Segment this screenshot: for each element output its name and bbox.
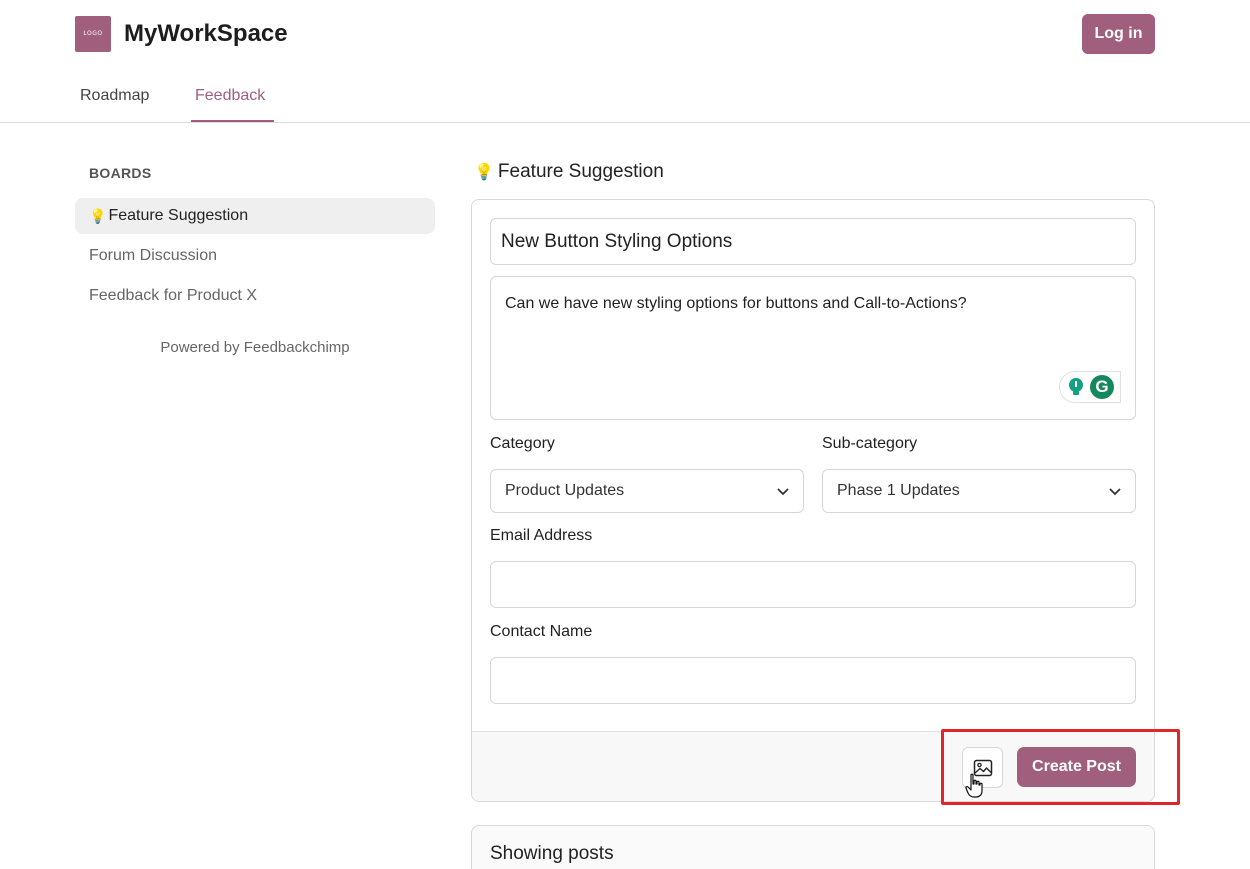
highlight-box <box>941 729 1180 805</box>
boards-heading: BOARDS <box>89 165 152 181</box>
board-item-feature-suggestion[interactable]: 💡 Feature Suggestion <box>75 198 435 234</box>
lightbulb-icon: 💡 <box>89 207 107 224</box>
email-label: Email Address <box>490 527 593 544</box>
suggestion-bulb-icon[interactable] <box>1066 377 1086 397</box>
grammarly-icon[interactable]: G <box>1090 375 1114 399</box>
contact-name-field[interactable] <box>490 657 1136 704</box>
board-item-label: Feedback for Product X <box>89 287 258 304</box>
board-item-forum-discussion[interactable]: Forum Discussion <box>75 238 435 274</box>
post-description-textarea[interactable]: Can we have new styling options for butt… <box>490 276 1136 420</box>
tab-roadmap[interactable]: Roadmap <box>80 86 149 106</box>
workspace-name: MyWorkSpace <box>124 20 288 47</box>
post-description-value: Can we have new styling options for butt… <box>505 295 967 312</box>
subcategory-label: Sub-category <box>822 435 918 452</box>
posts-heading: Showing posts <box>490 843 614 864</box>
new-post-form: New Button Styling Options Can we have n… <box>471 199 1155 802</box>
lightbulb-icon: 💡 <box>474 164 494 181</box>
powered-by-link[interactable]: Powered by Feedbackchimp <box>75 339 435 356</box>
category-value: Product Updates <box>505 482 625 499</box>
subcategory-select[interactable]: Phase 1 Updates <box>822 469 1136 513</box>
board-title: 💡 Feature Suggestion <box>474 161 664 183</box>
board-item-label: Feature Suggestion <box>108 207 249 224</box>
active-tab-indicator <box>191 120 274 122</box>
post-title-value: New Button Styling Options <box>501 230 733 252</box>
board-item-feedback-product-x[interactable]: Feedback for Product X <box>75 278 435 314</box>
chevron-down-icon <box>777 488 789 496</box>
grammarly-widget[interactable]: G <box>1059 371 1121 403</box>
posts-panel: Showing posts <box>471 825 1155 869</box>
email-field[interactable] <box>490 561 1136 608</box>
chevron-down-icon <box>1109 488 1121 496</box>
category-select[interactable]: Product Updates <box>490 469 804 513</box>
board-item-label: Forum Discussion <box>89 247 218 264</box>
logo-text: LOGO <box>83 30 103 37</box>
subcategory-value: Phase 1 Updates <box>837 482 960 499</box>
top-header: LOGO MyWorkSpace Log in Roadmap Feedback <box>0 0 1250 123</box>
contact-label: Contact Name <box>490 623 593 640</box>
login-button[interactable]: Log in <box>1082 14 1155 54</box>
workspace-logo[interactable]: LOGO <box>75 16 111 52</box>
tab-feedback[interactable]: Feedback <box>195 86 265 106</box>
category-label: Category <box>490 435 555 452</box>
post-title-input[interactable]: New Button Styling Options <box>490 218 1136 265</box>
board-title-text: Feature Suggestion <box>497 161 664 182</box>
